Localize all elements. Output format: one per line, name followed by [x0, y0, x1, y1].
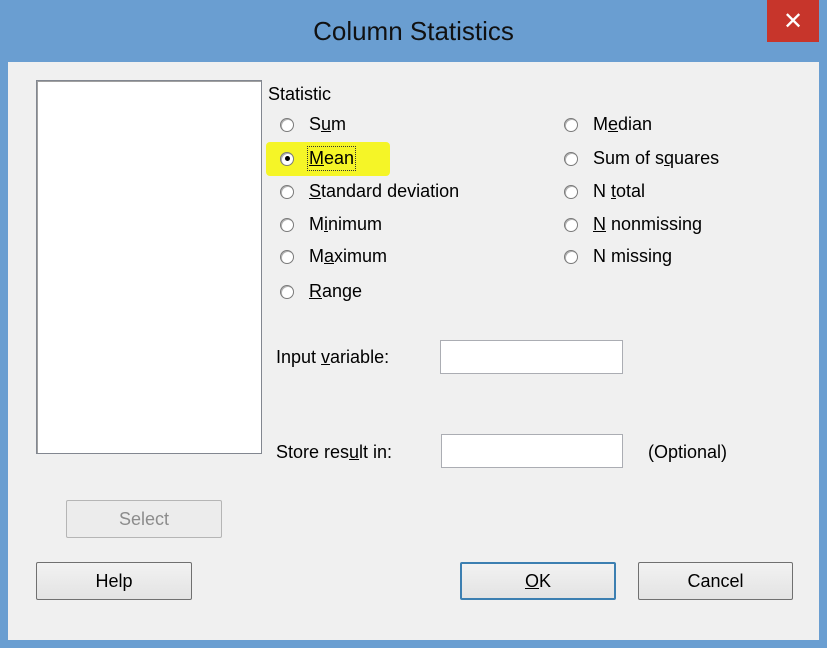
cancel-button[interactable]: Cancel [638, 562, 793, 600]
close-icon: ✕ [782, 7, 804, 35]
radio-sum[interactable]: Sum [280, 114, 346, 135]
optional-hint: (Optional) [648, 442, 728, 462]
radio-circle [280, 217, 294, 232]
ok-button[interactable]: OK [460, 562, 616, 600]
radio-circle-selected [280, 151, 294, 166]
radio-circle [280, 184, 294, 199]
store-result-label: Store result in: [276, 442, 393, 462]
dialog-window: Column Statistics ✕ Statistic Sum Mean S… [0, 0, 827, 648]
input-variable-label: Input variable: [276, 347, 390, 367]
input-variable-field[interactable] [440, 340, 623, 374]
variable-listbox[interactable] [36, 80, 262, 454]
radio-median[interactable]: Median [564, 114, 652, 135]
radio-n-missing[interactable]: N missing [564, 246, 672, 267]
radio-circle [564, 151, 578, 166]
radio-standard-deviation[interactable]: Standard deviation [280, 181, 459, 202]
statistic-group-label: Statistic [268, 84, 332, 104]
radio-circle [280, 284, 294, 299]
radio-circle [564, 249, 578, 264]
close-button[interactable]: ✕ [767, 0, 819, 42]
help-button[interactable]: Help [36, 562, 192, 600]
radio-minimum[interactable]: Minimum [280, 214, 382, 235]
radio-sum-of-squares[interactable]: Sum of squares [564, 148, 719, 169]
radio-circle [564, 184, 578, 199]
dialog-title: Column Statistics [313, 16, 514, 46]
radio-n-nonmissing[interactable]: N nonmissing [564, 214, 702, 235]
dialog-body: Statistic Sum Mean Standard deviation Mi… [8, 62, 819, 640]
store-result-field[interactable] [441, 434, 623, 468]
radio-mean[interactable]: Mean [280, 146, 357, 171]
radio-n-total[interactable]: N total [564, 181, 645, 202]
radio-circle [280, 249, 294, 264]
radio-circle [280, 117, 294, 132]
title-bar[interactable]: Column Statistics ✕ [0, 0, 827, 62]
radio-range[interactable]: Range [280, 281, 362, 302]
radio-maximum[interactable]: Maximum [280, 246, 387, 267]
radio-circle [564, 117, 578, 132]
select-button[interactable]: Select [66, 500, 222, 538]
radio-circle [564, 217, 578, 232]
